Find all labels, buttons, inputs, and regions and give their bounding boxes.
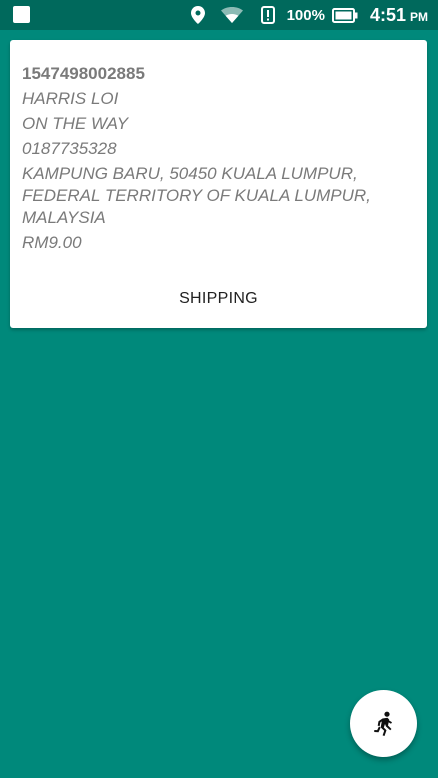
order-card[interactable]: 1547498002885 HARRIS LOI ON THE WAY 0187…	[10, 40, 427, 328]
notification-square-icon	[13, 6, 30, 23]
fab-button[interactable]	[350, 690, 417, 757]
status-bar-right: 100% 4:51 PM	[190, 0, 428, 30]
status-bar: 100% 4:51 PM	[0, 0, 438, 30]
customer-name: HARRIS LOI	[22, 89, 119, 108]
running-person-icon	[372, 711, 396, 737]
wifi-icon	[220, 7, 243, 23]
battery-percentage: 100%	[286, 6, 325, 24]
order-id: 1547498002885	[22, 64, 145, 83]
address-line-3: MALAYSIA	[22, 208, 106, 227]
shipping-button[interactable]: SHIPPING	[10, 285, 427, 313]
delivery-address: KAMPUNG BARU, 50450 KUALA LUMPUR, FEDERA…	[22, 163, 415, 229]
address-line-1: KAMPUNG BARU, 50450 KUALA LUMPUR,	[22, 164, 358, 183]
address-line-2: FEDERAL TERRITORY OF KUALA LUMPUR,	[22, 186, 371, 205]
order-details: 1547498002885 HARRIS LOI ON THE WAY 0187…	[10, 40, 427, 255]
battery-icon	[331, 7, 358, 23]
location-pin-icon	[190, 6, 205, 24]
customer-phone: 0187735328	[22, 139, 117, 158]
alert-icon	[260, 6, 275, 24]
clock-ampm: PM	[410, 9, 428, 24]
clock-time: 4:51	[369, 4, 406, 25]
order-price: RM9.00	[22, 233, 82, 252]
order-status: ON THE WAY	[22, 114, 129, 133]
